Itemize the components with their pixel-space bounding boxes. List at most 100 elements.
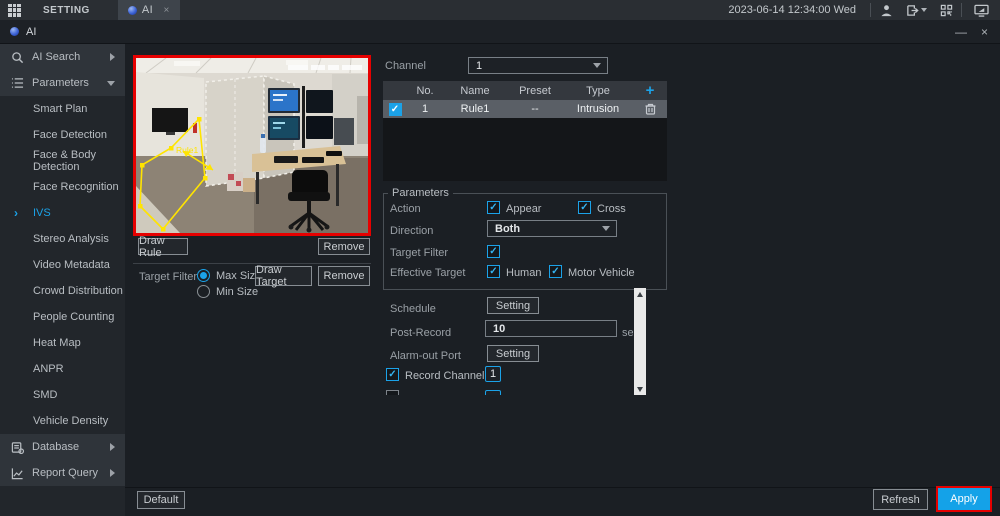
effective-target-label: Effective Target	[390, 267, 465, 279]
schedule-setting-button[interactable]: Setting	[487, 297, 539, 314]
sidebar-item-people-counting[interactable]: People Counting	[0, 304, 125, 330]
default-button[interactable]: Default	[137, 491, 185, 509]
alarm-out-setting-button[interactable]: Setting	[487, 345, 539, 362]
scroll-down-icon[interactable]	[634, 383, 646, 395]
chevron-down-icon	[602, 226, 610, 231]
post-record-unit: sec.	[622, 327, 633, 339]
tab-setting[interactable]: SETTING	[33, 0, 100, 20]
human-label: Human	[506, 267, 541, 279]
minimize-button[interactable]: —	[955, 25, 967, 39]
sidebar-item-parameters[interactable]: Parameters	[0, 70, 125, 96]
report-chart-icon	[10, 467, 24, 480]
motor-vehicle-label: Motor Vehicle	[568, 267, 635, 279]
record-channel-label: Record Channel	[405, 370, 485, 382]
sidebar-item-smart-plan[interactable]: Smart Plan	[0, 96, 125, 122]
appear-label: Appear	[506, 203, 541, 215]
min-size-radio[interactable]	[197, 285, 210, 298]
direction-label: Direction	[390, 225, 433, 237]
action-label: Action	[390, 203, 421, 215]
direction-select[interactable]: Both	[487, 220, 617, 237]
add-rule-button[interactable]: +	[633, 82, 667, 99]
screen-switch-icon[interactable]	[962, 0, 1000, 20]
appear-checkbox[interactable]: ✓	[487, 201, 500, 214]
chevron-right-icon	[110, 443, 115, 451]
max-size-radio[interactable]	[197, 269, 210, 282]
window-title-bar: AI — ×	[0, 20, 1000, 44]
apply-button[interactable]: Apply	[938, 488, 990, 510]
table-row[interactable]: ✓ 1 Rule1 -- Intrusion	[383, 100, 667, 118]
sidebar: AI Search Parameters Smart Plan Face Det…	[0, 44, 125, 516]
target-filter-label: Target Filter	[139, 271, 197, 283]
apply-highlight-box: Apply	[936, 486, 992, 512]
sidebar-item-face-body-detection[interactable]: Face & Body Detection	[0, 148, 125, 174]
parameters-scroll-area: Schedule Setting Post-Record 10 sec. Ala…	[383, 290, 633, 395]
top-bar: SETTING AI × 2023-06-14 12:34:00 Wed	[0, 0, 1000, 20]
video-preview[interactable]: Rule1	[133, 55, 371, 236]
user-icon[interactable]	[871, 0, 901, 20]
sidebar-item-database[interactable]: Database	[0, 434, 125, 460]
tab-ai[interactable]: AI ×	[118, 0, 180, 20]
sidebar-item-smd[interactable]: SMD	[0, 382, 125, 408]
rule-name-label: Rule1	[176, 145, 198, 155]
camera-scene: Rule1	[136, 58, 368, 233]
apps-grid-icon[interactable]	[8, 4, 21, 17]
sidebar-item-report-query[interactable]: Report Query	[0, 460, 125, 486]
table-empty-area	[383, 118, 667, 181]
post-record-input[interactable]: 10	[485, 320, 617, 337]
schedule-label: Schedule	[390, 303, 436, 315]
draw-target-button[interactable]: Draw Target	[255, 266, 312, 286]
post-record-label: Post-Record	[390, 327, 451, 339]
human-checkbox[interactable]: ✓	[487, 265, 500, 278]
rule-table: No. Name Preset Type + ✓ 1 Rule1 -- Intr…	[383, 81, 667, 118]
rule-checkbox[interactable]: ✓	[389, 103, 402, 116]
channel-select[interactable]: 1	[468, 57, 608, 74]
chevron-right-icon	[110, 469, 115, 477]
motor-vehicle-checkbox[interactable]: ✓	[549, 265, 562, 278]
channel-label: Channel	[385, 60, 426, 72]
qr-code-icon[interactable]	[931, 0, 961, 20]
chevron-down-icon	[921, 8, 927, 12]
remove-rule-button[interactable]: Remove	[318, 238, 370, 255]
record-channel-checkbox[interactable]: ✓	[386, 368, 399, 381]
tab-close-icon[interactable]: ×	[164, 5, 170, 16]
sidebar-item-anpr[interactable]: ANPR	[0, 356, 125, 382]
cross-checkbox[interactable]: ✓	[578, 201, 591, 214]
datetime-display: 2023-06-14 12:34:00 Wed	[728, 4, 856, 16]
logout-icon[interactable]	[901, 0, 931, 20]
ai-sphere-icon	[10, 27, 19, 36]
draw-rule-button[interactable]: Draw Rule	[138, 238, 188, 255]
osd-timestamp	[288, 65, 362, 70]
clipped-channel-box[interactable]	[485, 390, 501, 395]
remove-target-button[interactable]: Remove	[318, 266, 370, 286]
chevron-down-icon	[593, 63, 601, 68]
record-channel-value[interactable]: 1	[485, 366, 501, 382]
sidebar-item-ivs[interactable]: › IVS	[0, 200, 125, 226]
window-title: AI	[26, 26, 36, 38]
sidebar-item-crowd-distribution[interactable]: Crowd Distribution	[0, 278, 125, 304]
sidebar-item-ai-search[interactable]: AI Search	[0, 44, 125, 70]
target-filter-checkbox[interactable]: ✓	[487, 245, 500, 258]
table-header: No. Name Preset Type +	[383, 81, 667, 100]
parameters-legend: Parameters	[388, 187, 453, 199]
scroll-up-icon[interactable]	[634, 288, 646, 300]
sidebar-item-face-recognition[interactable]: Face Recognition	[0, 174, 125, 200]
refresh-button[interactable]: Refresh	[873, 489, 928, 510]
sidebar-item-stereo-analysis[interactable]: Stereo Analysis	[0, 226, 125, 252]
scrollbar[interactable]	[634, 288, 646, 395]
delete-rule-button[interactable]	[633, 103, 667, 115]
target-filter-param-label: Target Filter	[390, 247, 448, 259]
footer-divider	[125, 487, 1000, 488]
database-icon	[10, 441, 24, 454]
ai-search-icon	[10, 51, 24, 64]
sidebar-item-vehicle-density[interactable]: Vehicle Density	[0, 408, 125, 434]
ai-sphere-icon	[128, 6, 137, 15]
cross-label: Cross	[597, 203, 626, 215]
clipped-checkbox[interactable]	[386, 390, 399, 395]
sidebar-item-face-detection[interactable]: Face Detection	[0, 122, 125, 148]
chevron-down-icon	[107, 81, 115, 86]
sidebar-item-video-metadata[interactable]: Video Metadata	[0, 252, 125, 278]
close-button[interactable]: ×	[981, 25, 988, 39]
chevron-right-icon	[110, 53, 115, 61]
sidebar-item-heat-map[interactable]: Heat Map	[0, 330, 125, 356]
active-item-caret-icon: ›	[14, 206, 18, 220]
